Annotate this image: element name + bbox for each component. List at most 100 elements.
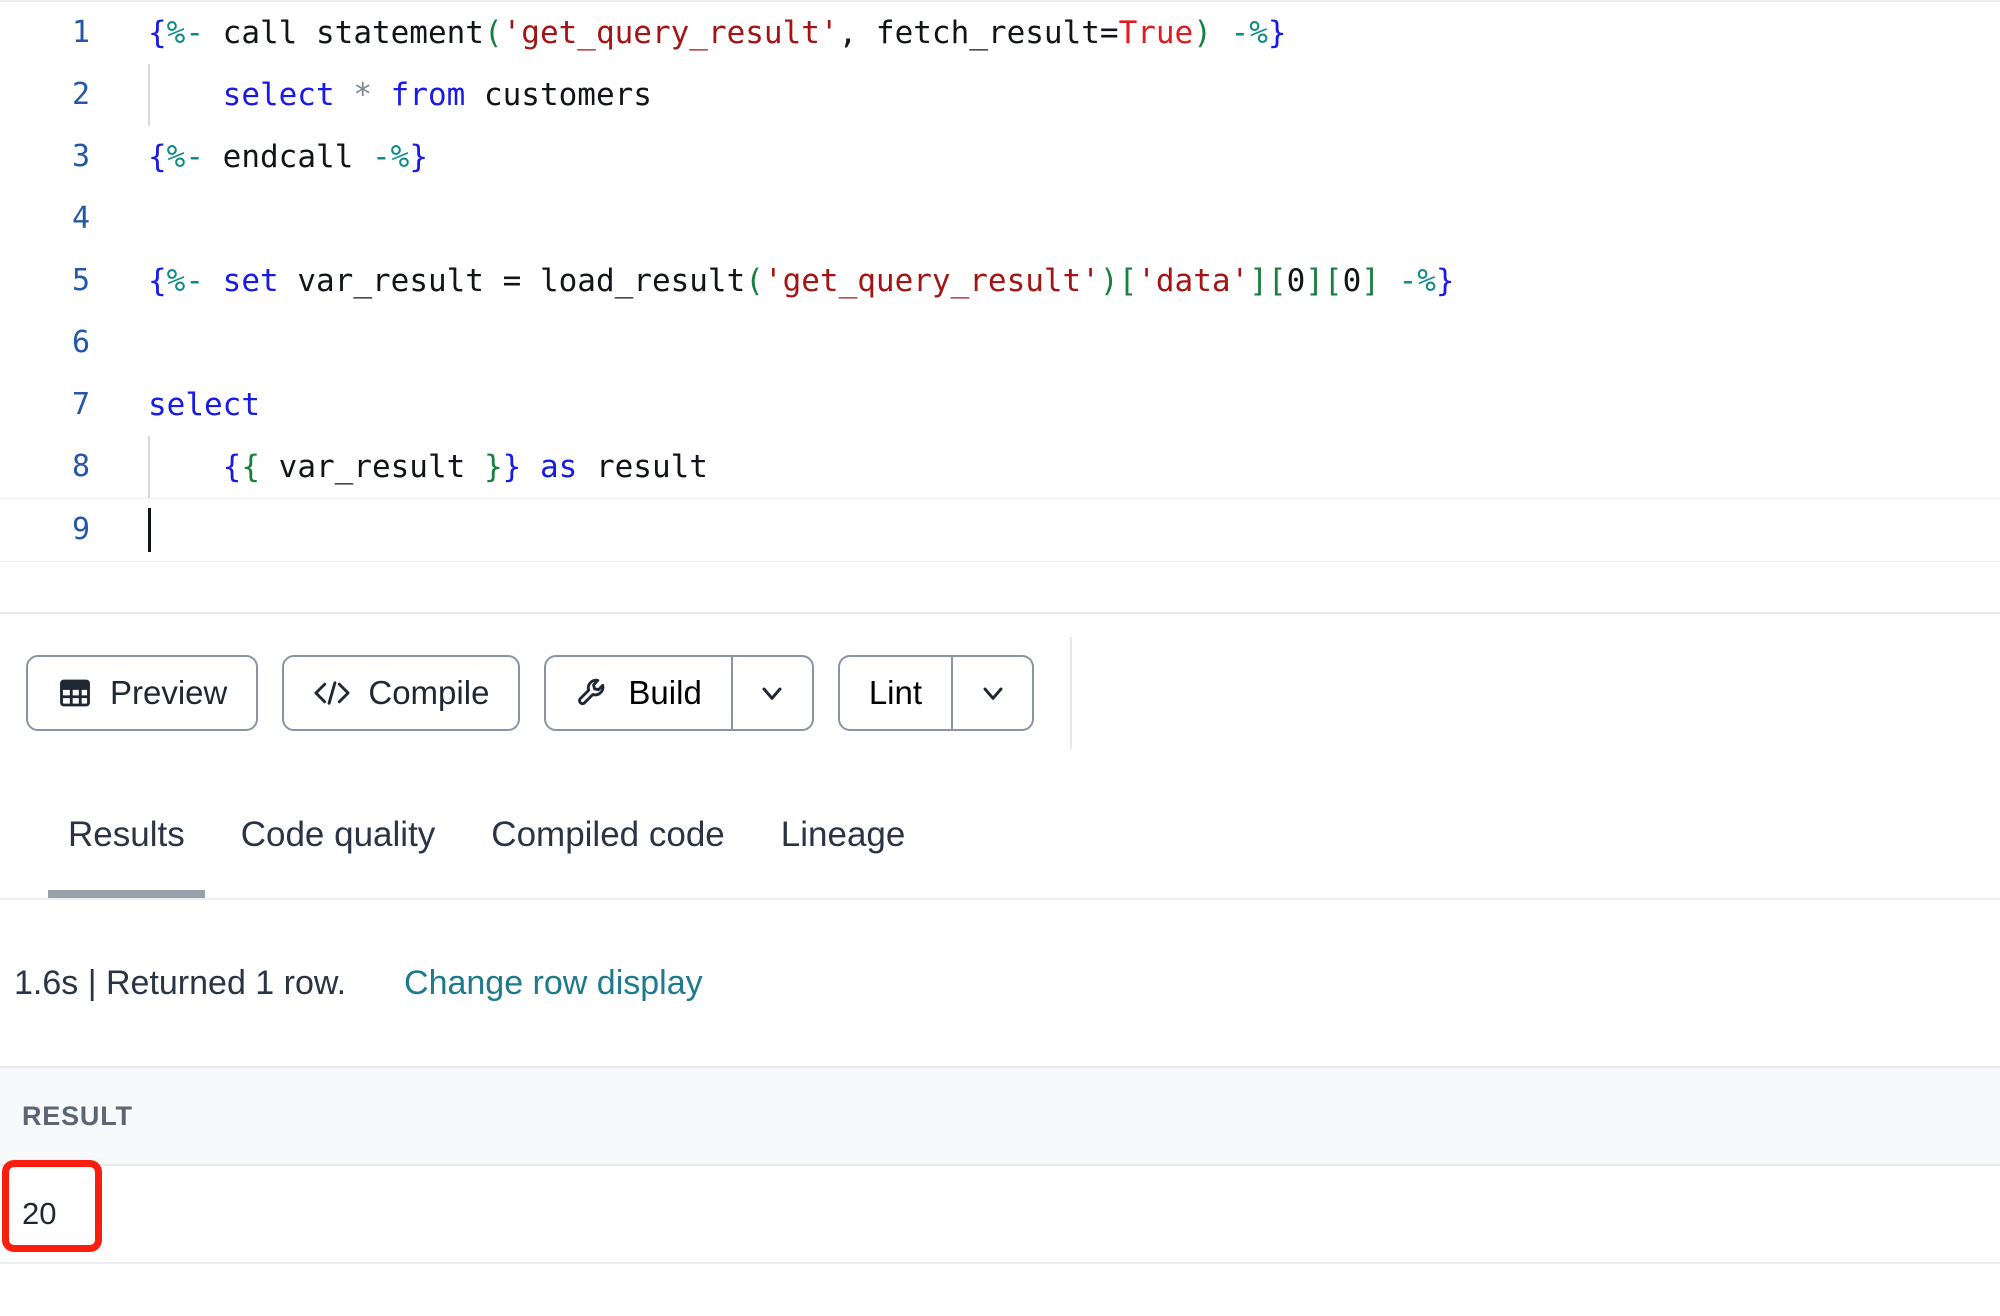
- code-token: (: [483, 15, 503, 51]
- compile-button[interactable]: Compile: [282, 655, 521, 731]
- code-line-content[interactable]: {%- set var_result = load_result('get_qu…: [118, 250, 2000, 312]
- code-token: 'get_query_result': [763, 263, 1100, 299]
- code-token: {: [148, 139, 167, 175]
- query-status-text: 1.6s | Returned 1 row.: [14, 963, 347, 1002]
- line-number: 8: [71, 449, 90, 484]
- code-token: var_result: [260, 449, 484, 485]
- text-cursor: [148, 507, 151, 552]
- table-cell[interactable]: 20: [0, 1196, 442, 1232]
- code-token: statement: [297, 15, 484, 51]
- code-token: }: [1435, 263, 1455, 299]
- lint-button[interactable]: Lint: [837, 655, 953, 731]
- code-line[interactable]: 2 select * from customers: [0, 64, 2000, 126]
- code-line-content[interactable]: [118, 499, 2000, 561]
- code-token: 'get_query_result': [502, 15, 839, 51]
- code-line[interactable]: 1 {%- call statement('get_query_result', …: [0, 2, 2000, 64]
- code-token: select: [148, 387, 260, 423]
- editor-action-toolbar: Preview Compile Build Lint: [0, 612, 2000, 772]
- code-token: call: [222, 15, 298, 51]
- chevron-down-icon: [977, 677, 1009, 709]
- code-token: select: [222, 77, 335, 113]
- code-line[interactable]: 5 {%- set var_result = load_result('get_q…: [0, 250, 2000, 312]
- lint-dropdown-button[interactable]: [952, 655, 1035, 731]
- line-number: 9: [71, 512, 90, 547]
- code-token: -: [1379, 263, 1418, 299]
- compile-button-label: Compile: [368, 674, 490, 711]
- code-token: from: [390, 77, 466, 113]
- code-token: 'data': [1137, 263, 1250, 299]
- tab-lineage[interactable]: Lineage: [753, 772, 934, 898]
- code-token: customers: [465, 77, 652, 113]
- code-token: }: [502, 449, 522, 485]
- code-token: -: [1211, 15, 1250, 51]
- build-button[interactable]: Build: [544, 655, 732, 731]
- code-token: [: [1267, 263, 1287, 299]
- tab-code-quality[interactable]: Code quality: [213, 772, 464, 898]
- preview-button[interactable]: Preview: [26, 655, 259, 731]
- code-token: %: [390, 139, 410, 175]
- code-token: ]: [1361, 263, 1380, 299]
- code-token: %-: [166, 139, 223, 175]
- code-token: %: [1249, 15, 1268, 51]
- code-token: 0: [1286, 263, 1306, 299]
- code-line[interactable]: 8 {{ var_result }} as result: [0, 436, 2000, 498]
- code-token: {: [148, 263, 167, 299]
- code-line[interactable]: 9: [0, 498, 2000, 562]
- code-line[interactable]: 7 select: [0, 374, 2000, 436]
- build-split-button: Build: [544, 655, 814, 731]
- tab-label: Compiled code: [491, 815, 725, 854]
- column-header[interactable]: RESULT: [0, 1101, 442, 1132]
- query-status-bar: 1.6s | Returned 1 row. Change row displa…: [0, 900, 2000, 1066]
- line-number: 6: [71, 325, 90, 360]
- line-number: 7: [71, 387, 90, 422]
- code-token: 0: [1342, 263, 1362, 299]
- change-row-display-link[interactable]: Change row display: [404, 964, 703, 1003]
- code-line-content[interactable]: {%- call statement('get_query_result', f…: [118, 2, 2000, 64]
- code-token: ): [1193, 15, 1212, 51]
- preview-button-label: Preview: [110, 674, 228, 711]
- tab-results[interactable]: Results: [40, 772, 213, 898]
- code-token: }: [409, 139, 428, 175]
- code-token: as: [539, 449, 578, 485]
- code-line-content[interactable]: select: [118, 374, 2000, 436]
- code-brackets-icon: [313, 676, 351, 710]
- code-token: fetch_result=: [857, 15, 1119, 51]
- build-dropdown-button[interactable]: [731, 655, 814, 731]
- indent-guide: [148, 436, 150, 498]
- code-token: [: [1323, 263, 1343, 299]
- lint-split-button: Lint: [837, 655, 1035, 731]
- sql-code-editor[interactable]: 1 {%- call statement('get_query_result', …: [0, 0, 2000, 612]
- code-line-content[interactable]: {%- endcall -%}: [118, 126, 2000, 188]
- lint-button-label: Lint: [868, 674, 923, 711]
- code-token: }: [1267, 15, 1287, 51]
- code-token: {: [241, 449, 260, 485]
- line-number: 5: [71, 263, 90, 298]
- code-token: %-: [166, 263, 223, 299]
- code-line-content[interactable]: select * from customers: [118, 64, 2000, 126]
- code-token: %-: [166, 15, 223, 51]
- code-line[interactable]: 3 {%- endcall -%}: [0, 126, 2000, 188]
- code-token: (: [745, 263, 764, 299]
- tab-compiled-code[interactable]: Compiled code: [463, 772, 752, 898]
- code-line-content[interactable]: {{ var_result }} as result: [118, 436, 2000, 498]
- table-row[interactable]: 20: [0, 1166, 2000, 1264]
- code-line[interactable]: 6: [0, 312, 2000, 374]
- line-number: 3: [71, 139, 90, 174]
- results-table-body: 20: [0, 1166, 2000, 1264]
- tab-label: Code quality: [240, 815, 436, 854]
- code-token: ]: [1249, 263, 1268, 299]
- tab-label: Lineage: [780, 815, 906, 854]
- code-token: %: [1417, 263, 1436, 299]
- code-token: set: [222, 263, 279, 299]
- results-tab-strip: Results Code quality Compiled code Lineage: [0, 772, 2000, 900]
- build-button-label: Build: [628, 674, 702, 711]
- toolbar-divider: [1070, 637, 1073, 749]
- code-token: }: [483, 449, 503, 485]
- results-table: RESULT 20: [0, 1066, 2000, 1264]
- code-token: result: [577, 449, 708, 485]
- indent-guide: [148, 64, 150, 126]
- line-number: 4: [71, 201, 90, 236]
- code-line[interactable]: 4: [0, 188, 2000, 250]
